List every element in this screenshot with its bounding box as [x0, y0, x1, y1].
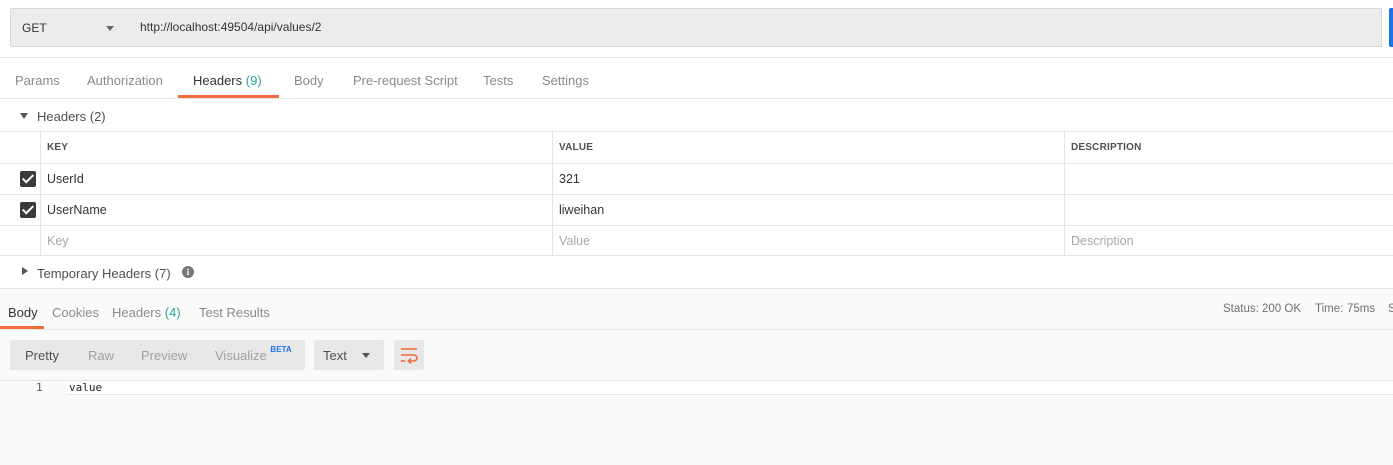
time-value[interactable]: 75ms [1347, 303, 1375, 315]
headers-section-title: Headers (2) [37, 109, 106, 124]
format-preview[interactable]: Preview [141, 348, 187, 363]
headers-table: KEY VALUE DESCRIPTION UserId 321 UserNam… [0, 131, 1393, 256]
temporary-headers-toggle[interactable]: Temporary Headers (7) i [0, 256, 1393, 289]
header-description-cell[interactable] [1064, 164, 1393, 194]
response-tab-headers-label: Headers [112, 305, 162, 320]
column-description: DESCRIPTION [1064, 132, 1393, 163]
response-tab-headers-count: (4) [164, 305, 181, 320]
request-url-bar: GET http://localhost:49504/api/values/2 [0, 0, 1393, 58]
table-row: UserId 321 [0, 163, 1393, 194]
tab-tests[interactable]: Tests [483, 73, 513, 88]
send-button[interactable] [1389, 8, 1393, 47]
response-tab-body[interactable]: Body [8, 305, 38, 320]
format-visualize-label: Visualize [215, 348, 267, 363]
header-key-cell[interactable]: UserId [40, 164, 553, 194]
response-panel: Body Cookies Headers (4) Test Results St… [0, 289, 1393, 465]
wrap-lines-button[interactable] [394, 340, 424, 370]
time-label: Time: [1315, 303, 1344, 315]
row-checkbox[interactable] [20, 171, 36, 187]
tab-headers[interactable]: Headers (9) [193, 73, 262, 88]
header-description-cell[interactable] [1064, 195, 1393, 225]
info-icon[interactable]: i [182, 266, 194, 278]
header-key-cell[interactable]: UserName [40, 195, 553, 225]
request-tabs: Params Authorization Headers (9) Body Pr… [0, 58, 1393, 99]
tab-headers-label: Headers [193, 73, 243, 88]
tab-pre-request-script[interactable]: Pre-request Script [353, 73, 458, 88]
status-value[interactable]: 200 OK [1262, 303, 1301, 315]
size-label: S [1388, 303, 1393, 315]
column-key: KEY [40, 132, 553, 163]
line-gutter: 1 [0, 381, 66, 396]
format-pretty[interactable]: Pretty [25, 348, 59, 363]
response-tab-cookies[interactable]: Cookies [52, 305, 99, 320]
line-number: 1 [36, 381, 43, 394]
temporary-headers-title: Temporary Headers (7) [37, 266, 171, 281]
caret-right-icon [22, 267, 28, 275]
method-select[interactable]: GET [10, 8, 127, 47]
header-value-cell[interactable]: liweihan [552, 195, 1065, 225]
active-tab-indicator [178, 95, 279, 98]
method-label: GET [22, 21, 47, 35]
new-key-input[interactable]: Key [40, 226, 553, 256]
format-raw[interactable]: Raw [88, 348, 114, 363]
beta-badge: BETA [270, 345, 292, 354]
tab-authorization[interactable]: Authorization [87, 73, 163, 88]
chevron-down-icon [362, 353, 370, 358]
url-input[interactable]: http://localhost:49504/api/values/2 [126, 8, 1382, 47]
caret-down-icon [20, 113, 28, 119]
table-row-new: Key Value Description [0, 225, 1393, 256]
response-tab-test-results[interactable]: Test Results [199, 305, 270, 320]
response-tab-headers[interactable]: Headers (4) [112, 305, 181, 320]
new-value-input[interactable]: Value [552, 226, 1065, 256]
format-tabs: Pretty Raw Preview Visualize BETA [10, 340, 305, 370]
tab-body[interactable]: Body [294, 73, 324, 88]
chevron-down-icon [106, 26, 114, 31]
tab-headers-count: (9) [245, 73, 262, 88]
response-tabs: Body Cookies Headers (4) Test Results St… [0, 289, 1393, 330]
table-header-row: KEY VALUE DESCRIPTION [0, 131, 1393, 163]
row-checkbox[interactable] [20, 202, 36, 218]
status-label: Status: [1223, 303, 1259, 315]
tab-params[interactable]: Params [15, 73, 60, 88]
response-body-editor[interactable]: 1 value [0, 380, 1393, 396]
header-value-cell[interactable]: 321 [552, 164, 1065, 194]
response-type-select[interactable]: Text [314, 340, 384, 370]
column-value: VALUE [552, 132, 1065, 163]
table-row: UserName liweihan [0, 194, 1393, 225]
format-visualize[interactable]: Visualize BETA [215, 345, 292, 363]
new-description-input[interactable]: Description [1064, 226, 1393, 256]
active-response-tab-indicator [0, 326, 44, 329]
response-body-text[interactable]: value [69, 381, 102, 394]
headers-section-toggle[interactable]: Headers (2) [0, 99, 1393, 132]
wrap-lines-icon [401, 348, 418, 365]
tab-settings[interactable]: Settings [542, 73, 589, 88]
response-type-label: Text [323, 348, 347, 363]
